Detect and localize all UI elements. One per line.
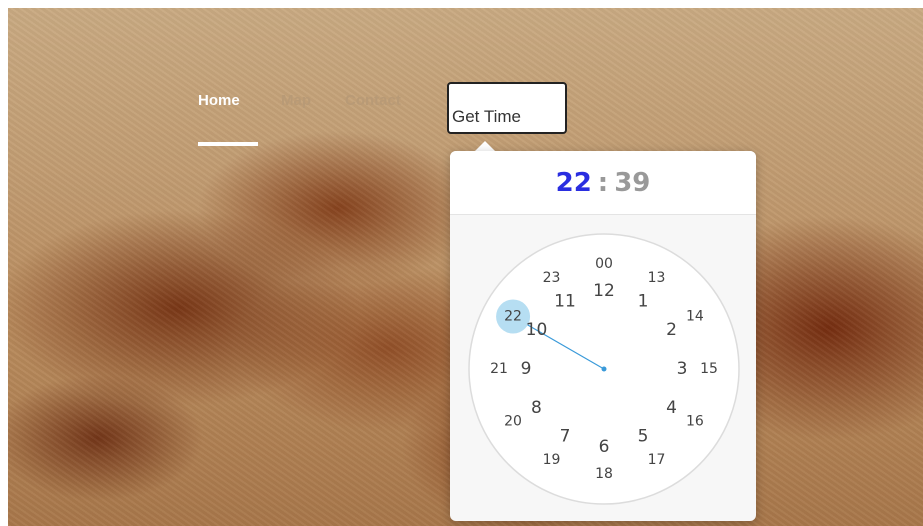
nav-active-underline <box>198 142 258 146</box>
hour-outer-20[interactable]: 20 <box>504 414 522 430</box>
hour-inner-3[interactable]: 3 <box>677 359 688 379</box>
hour-outer-23[interactable]: 23 <box>543 270 561 286</box>
hour-inner-1[interactable]: 1 <box>638 291 649 311</box>
nav-contact-link[interactable]: Contact <box>345 92 401 109</box>
hour-inner-6[interactable]: 6 <box>599 437 610 457</box>
nav-map-link[interactable]: Map <box>281 92 311 109</box>
time-input[interactable] <box>447 82 567 134</box>
hour-inner-4[interactable]: 4 <box>666 398 677 418</box>
hour-outer-14[interactable]: 14 <box>686 309 704 325</box>
hour-outer-21[interactable]: 21 <box>490 361 508 377</box>
hour-inner-10[interactable]: 10 <box>526 320 548 340</box>
clockpicker-popover: 22:39 12 1 2 3 4 5 6 7 8 9 10 11 00 13 14 15 16 17 18 19 20 2… <box>450 151 756 521</box>
hour-outer-15[interactable]: 15 <box>700 361 718 377</box>
hour-inner-2[interactable]: 2 <box>666 320 677 340</box>
hour-inner-12[interactable]: 12 <box>593 281 615 301</box>
hour-outer-19[interactable]: 19 <box>543 452 561 468</box>
hour-outer-16[interactable]: 16 <box>686 414 704 430</box>
clock-center-dot <box>601 366 607 372</box>
hour-outer-18[interactable]: 18 <box>595 466 613 482</box>
nav-home-link[interactable]: Home <box>198 92 240 109</box>
hour-inner-11[interactable]: 11 <box>554 291 576 311</box>
hour-outer-00[interactable]: 00 <box>595 256 613 272</box>
hour-inner-8[interactable]: 8 <box>531 398 542 418</box>
clock-dial[interactable]: 121234567891011001314151617181920212223 <box>450 151 756 521</box>
hour-inner-9[interactable]: 9 <box>521 359 532 379</box>
hour-inner-5[interactable]: 5 <box>638 427 649 447</box>
hour-outer-17[interactable]: 17 <box>648 452 666 468</box>
hour-outer-13[interactable]: 13 <box>648 270 666 286</box>
hour-inner-7[interactable]: 7 <box>560 427 571 447</box>
hour-outer-22[interactable]: 22 <box>504 309 522 325</box>
